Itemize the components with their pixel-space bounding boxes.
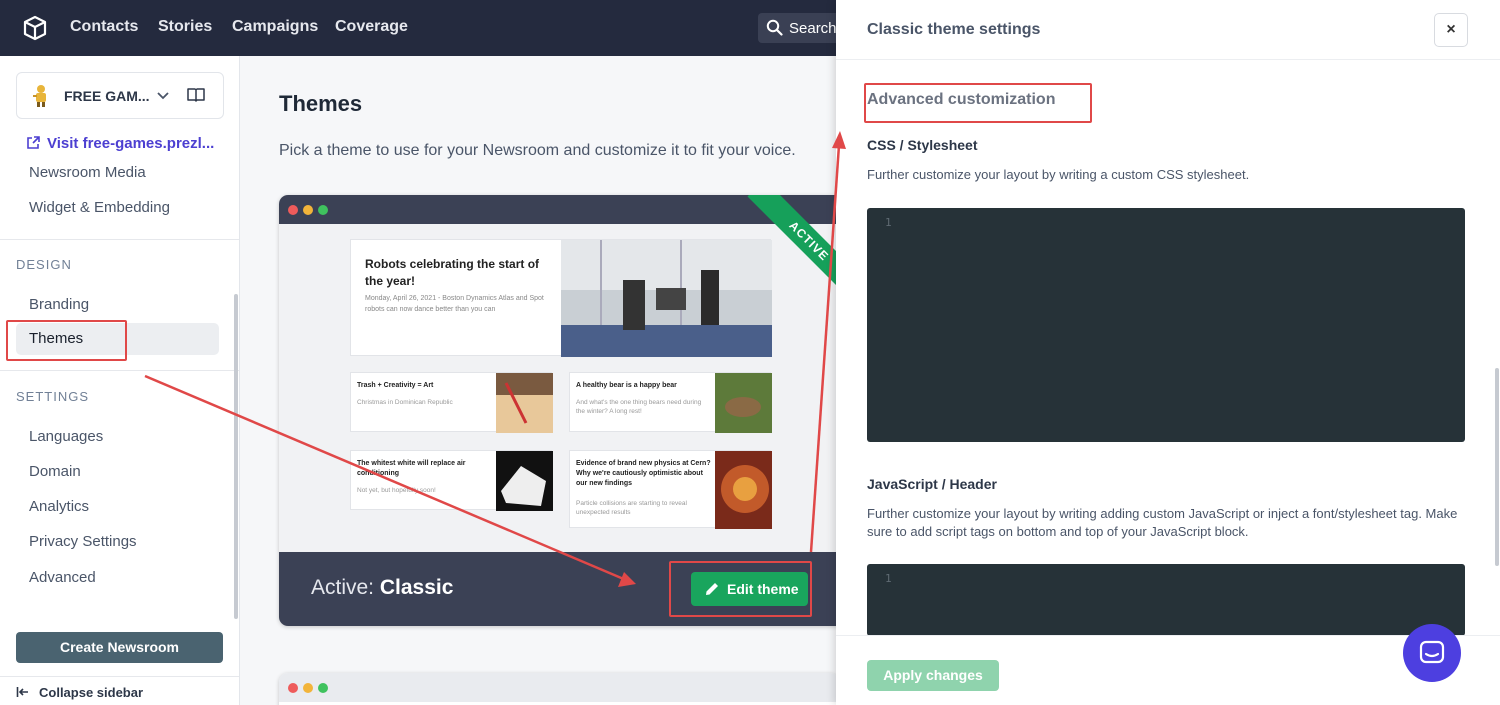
panel-header: Classic theme settings ×	[836, 0, 1500, 60]
preview-story-desc: Christmas in Dominican Republic	[357, 399, 453, 406]
theme-card-secondary[interactable]	[279, 673, 839, 705]
preview-hero-desc: Monday, April 26, 2021 - Boston Dynamics…	[365, 295, 544, 313]
browser-chrome	[279, 673, 839, 702]
sidebar-item-advanced[interactable]: Advanced	[29, 569, 96, 586]
preview-story-card: The whitest white will replace air condi…	[350, 450, 553, 511]
avatar	[33, 85, 46, 107]
chevron-down-icon[interactable]	[157, 86, 169, 109]
sidebar-item-widget-embedding[interactable]: Widget & Embedding	[29, 199, 170, 216]
workspace-switcher[interactable]: FREE GAM...	[16, 72, 224, 119]
book-icon[interactable]	[187, 86, 205, 104]
preview-story-title: The whitest white will replace air condi…	[357, 460, 466, 477]
page-subtitle: Pick a theme to use for your Newsroom an…	[279, 142, 796, 159]
sidebar-scrollbar[interactable]	[234, 294, 238, 619]
chat-icon	[1419, 640, 1445, 664]
sidebar-item-languages[interactable]: Languages	[29, 428, 103, 445]
edit-theme-button[interactable]: Edit theme	[691, 572, 808, 606]
chat-launcher-button[interactable]	[1403, 624, 1461, 682]
window-dot	[318, 205, 328, 215]
panel-footer: Apply changes	[836, 635, 1500, 705]
line-number: 1	[885, 572, 892, 585]
sidebar: FREE GAM... Visit free-games.prezl... Ne…	[0, 56, 240, 705]
preview-story-image	[715, 451, 772, 529]
panel-title: Classic theme settings	[867, 21, 1041, 38]
nav-stories[interactable]: Stories	[158, 18, 212, 36]
preview-story-desc: And what's the one thing bears need duri…	[576, 399, 702, 415]
preview-story-title: A healthy bear is a happy bear	[576, 382, 677, 389]
collapse-icon	[16, 687, 28, 697]
pencil-icon	[706, 583, 718, 595]
window-dot	[303, 683, 313, 693]
divider	[0, 370, 239, 371]
preview-story-title: Evidence of brand new physics at Cern? W…	[576, 460, 711, 487]
apply-changes-button[interactable]: Apply changes	[867, 660, 999, 691]
window-dot	[318, 683, 328, 693]
js-label: JavaScript / Header	[867, 476, 997, 492]
window-dot	[288, 205, 298, 215]
preview-story-card: Trash + Creativity = Art Christmas in Do…	[350, 372, 553, 433]
visit-link-label: Visit free-games.prezl...	[47, 135, 215, 152]
workspace-name: FREE GAM...	[64, 88, 150, 104]
active-theme-name: Classic	[379, 576, 454, 599]
preview-hero-title: Robots celebrating the start of the year…	[365, 257, 540, 288]
page-title: Themes	[279, 91, 363, 116]
sidebar-item-privacy-settings[interactable]: Privacy Settings	[29, 533, 137, 550]
search-label: Search	[789, 20, 837, 37]
section-title: Advanced customization	[867, 91, 1056, 108]
preview-story-image	[715, 373, 772, 433]
theme-settings-panel: Classic theme settings × Advanced custom…	[836, 0, 1500, 705]
preview-story-card: Evidence of brand new physics at Cern? W…	[569, 450, 772, 529]
divider	[0, 676, 239, 677]
preview-story-image	[496, 373, 553, 433]
line-number: 1	[885, 216, 892, 229]
preview-story-image	[496, 451, 553, 511]
css-editor[interactable]: 1	[867, 208, 1465, 442]
preview-story-card: A healthy bear is a happy bear And what'…	[569, 372, 772, 433]
create-newsroom-button[interactable]: Create Newsroom	[16, 632, 223, 663]
collapse-label: Collapse sidebar	[39, 685, 144, 700]
preview-hero-story: Robots celebrating the start of the year…	[350, 239, 772, 357]
nav-campaigns[interactable]: Campaigns	[232, 18, 318, 36]
theme-card-classic[interactable]: Robots celebrating the start of the year…	[279, 195, 849, 626]
theme-preview: Robots celebrating the start of the year…	[279, 224, 849, 552]
js-editor[interactable]: 1	[867, 564, 1465, 636]
edit-theme-label: Edit theme	[727, 581, 799, 597]
close-button[interactable]: ×	[1434, 13, 1468, 47]
preview-story-desc: Particle collisions are starting to reve…	[576, 500, 687, 516]
active-prefix: Active:	[311, 576, 375, 599]
sidebar-item-themes[interactable]: Themes	[16, 323, 219, 355]
search-icon	[766, 19, 783, 36]
divider	[0, 239, 239, 240]
theme-card-footer: Active: Classic Edit theme	[279, 552, 849, 626]
css-label: CSS / Stylesheet	[867, 137, 978, 153]
preview-story-title: Trash + Creativity = Art	[357, 382, 434, 389]
sidebar-item-branding[interactable]: Branding	[29, 296, 89, 313]
sidebar-item-newsroom-media[interactable]: Newsroom Media	[29, 164, 146, 181]
nav-coverage[interactable]: Coverage	[335, 18, 408, 36]
preview-story-desc: Not yet, but hopefully soon!	[357, 487, 436, 494]
panel-scrollbar[interactable]	[1495, 368, 1499, 566]
sidebar-item-analytics[interactable]: Analytics	[29, 498, 89, 515]
window-dot	[303, 205, 313, 215]
active-theme-label: Active: Classic	[311, 576, 453, 600]
preview-hero-image	[561, 240, 772, 357]
settings-heading: SETTINGS	[16, 389, 90, 404]
design-heading: DESIGN	[16, 257, 72, 272]
js-help-text: Further customize your layout by writing…	[867, 506, 1458, 539]
external-link-icon	[27, 136, 40, 149]
logo-icon[interactable]	[22, 15, 48, 41]
css-help-text: Further customize your layout by writing…	[867, 167, 1250, 182]
window-dot	[288, 683, 298, 693]
nav-contacts[interactable]: Contacts	[70, 18, 138, 36]
sidebar-item-domain[interactable]: Domain	[29, 463, 81, 480]
